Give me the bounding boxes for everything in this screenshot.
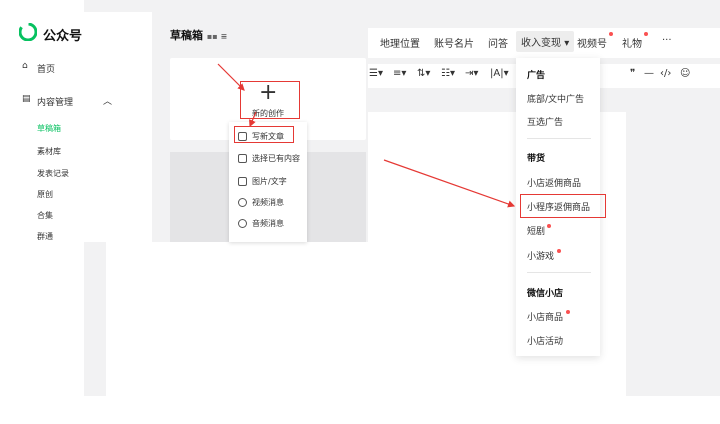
annotation-arrows bbox=[217, 63, 516, 208]
arrow-to-write-article bbox=[249, 111, 257, 128]
arrow-to-miniprogram bbox=[383, 159, 516, 208]
arrow-to-new-create bbox=[217, 63, 245, 91]
